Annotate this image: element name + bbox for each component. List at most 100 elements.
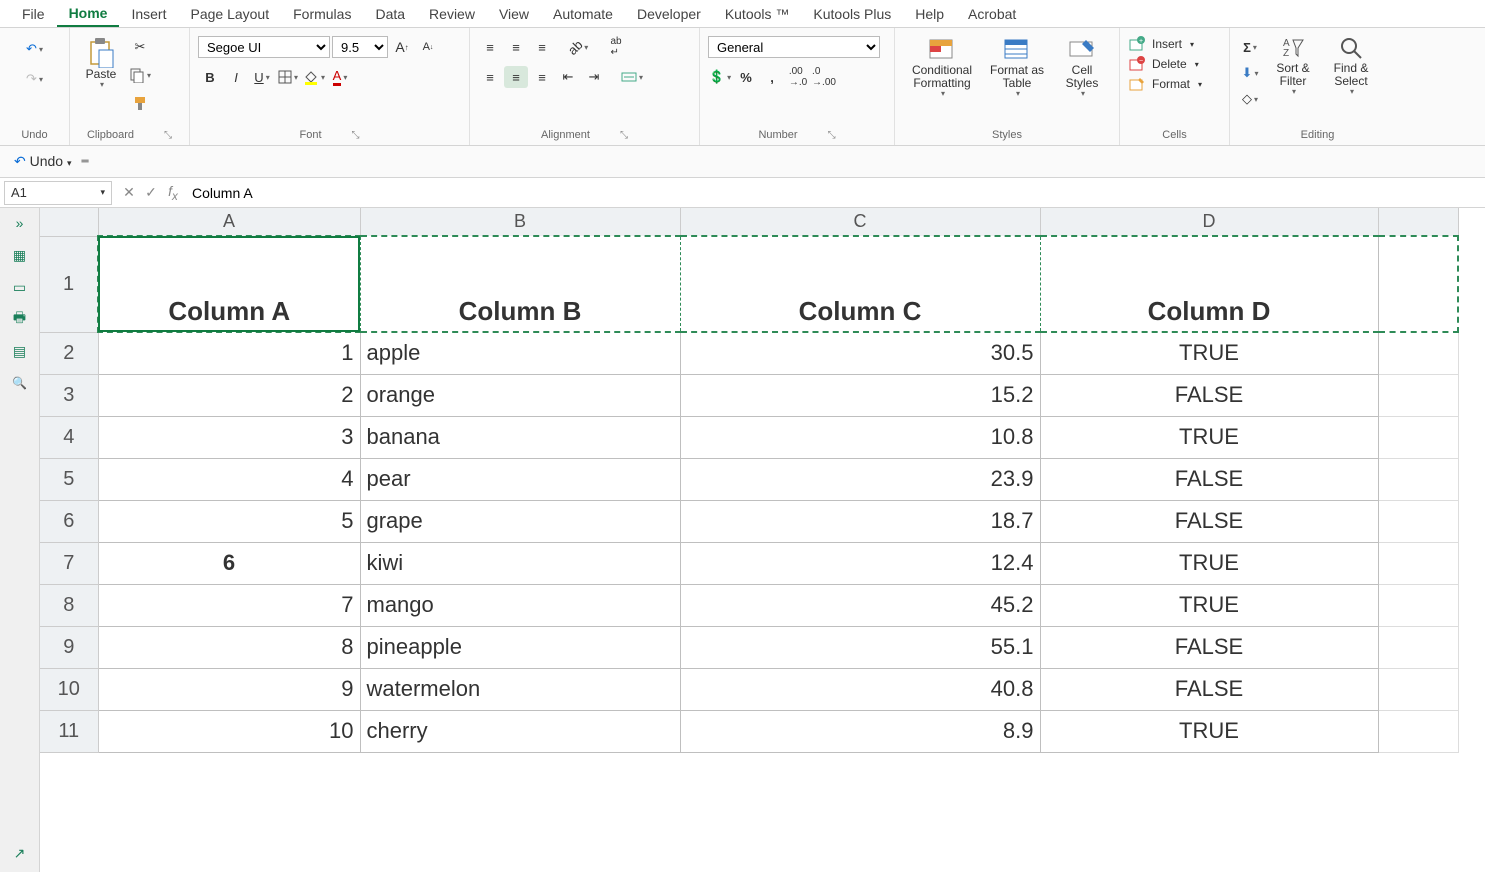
- qat-undo-button[interactable]: ↶ Undo ▾: [14, 153, 72, 170]
- cell-B11[interactable]: cherry: [360, 710, 680, 752]
- italic-button[interactable]: I: [224, 66, 248, 88]
- bold-button[interactable]: B: [198, 66, 222, 88]
- col-header-next[interactable]: [1378, 208, 1458, 236]
- row-header-6[interactable]: 6: [40, 500, 98, 542]
- tab-kutools-plus[interactable]: Kutools Plus: [801, 2, 903, 26]
- borders-button[interactable]: [276, 66, 300, 88]
- font-name-select[interactable]: Segoe UI: [198, 36, 330, 58]
- number-format-select[interactable]: General: [708, 36, 880, 58]
- cell-C10[interactable]: 40.8: [680, 668, 1040, 710]
- sort-filter-button[interactable]: AZSort & Filter: [1266, 32, 1320, 101]
- cut-button[interactable]: ✂: [128, 36, 152, 58]
- cell-C5[interactable]: 23.9: [680, 458, 1040, 500]
- tab-developer[interactable]: Developer: [625, 2, 713, 26]
- row-header-9[interactable]: 9: [40, 626, 98, 668]
- tab-view[interactable]: View: [487, 2, 541, 26]
- cell-C6[interactable]: 18.7: [680, 500, 1040, 542]
- increase-decimal-button[interactable]: .00→.0: [786, 66, 810, 88]
- row-header-3[interactable]: 3: [40, 374, 98, 416]
- orientation-button[interactable]: ab: [566, 36, 590, 58]
- cell-C7[interactable]: 12.4: [680, 542, 1040, 584]
- align-left-button[interactable]: ≡: [478, 66, 502, 88]
- fx-button[interactable]: fx: [162, 183, 184, 203]
- font-color-button[interactable]: A: [328, 66, 352, 88]
- col-header-A[interactable]: A: [98, 208, 360, 236]
- cell-B9[interactable]: pineapple: [360, 626, 680, 668]
- cell-C3[interactable]: 15.2: [680, 374, 1040, 416]
- cell-C11[interactable]: 8.9: [680, 710, 1040, 752]
- insert-cells-button[interactable]: +Insert▾: [1128, 36, 1194, 52]
- name-box[interactable]: A1▾: [4, 181, 112, 205]
- row-header-7[interactable]: 7: [40, 542, 98, 584]
- cancel-formula-button[interactable]: ✕: [118, 184, 140, 201]
- fill-button[interactable]: ⬇: [1238, 62, 1262, 84]
- wrap-text-button[interactable]: ab↵: [604, 36, 628, 58]
- cell-B7[interactable]: kiwi: [360, 542, 680, 584]
- row-header-1[interactable]: 1: [40, 236, 98, 332]
- decrease-font-button[interactable]: A↓: [416, 36, 440, 58]
- format-cells-button[interactable]: Format▾: [1128, 76, 1202, 92]
- align-center-button[interactable]: ≡: [504, 66, 528, 88]
- tab-page-layout[interactable]: Page Layout: [178, 2, 281, 26]
- cell-D7[interactable]: TRUE: [1040, 542, 1378, 584]
- align-top-button[interactable]: ≡: [478, 36, 502, 58]
- cell-E9[interactable]: [1378, 626, 1458, 668]
- number-launcher-icon[interactable]: ⤡: [828, 130, 836, 141]
- tab-home[interactable]: Home: [57, 1, 120, 27]
- cell-A3[interactable]: 2: [98, 374, 360, 416]
- cell-D8[interactable]: TRUE: [1040, 584, 1378, 626]
- cell-styles-button[interactable]: Cell Styles: [1053, 32, 1111, 103]
- cell-B4[interactable]: banana: [360, 416, 680, 458]
- align-right-button[interactable]: ≡: [530, 66, 554, 88]
- cell-B2[interactable]: apple: [360, 332, 680, 374]
- side-expand-icon[interactable]: »: [10, 214, 30, 232]
- cell-A2[interactable]: 1: [98, 332, 360, 374]
- cell-E3[interactable]: [1378, 374, 1458, 416]
- paste-button[interactable]: Paste: [78, 32, 124, 94]
- delete-cells-button[interactable]: −Delete▾: [1128, 56, 1199, 72]
- cell-A11[interactable]: 10: [98, 710, 360, 752]
- cell-A1[interactable]: Column A: [98, 236, 360, 332]
- cell-D5[interactable]: FALSE: [1040, 458, 1378, 500]
- formula-input[interactable]: [184, 181, 1485, 205]
- align-bottom-button[interactable]: ≡: [530, 36, 554, 58]
- worksheet[interactable]: ABCD1Column AColumn BColumn CColumn D21a…: [40, 208, 1485, 872]
- tab-review[interactable]: Review: [417, 2, 487, 26]
- font-launcher-icon[interactable]: ⤡: [352, 130, 360, 141]
- side-columns-icon[interactable]: ▤: [10, 342, 30, 360]
- row-header-4[interactable]: 4: [40, 416, 98, 458]
- cell-A4[interactable]: 3: [98, 416, 360, 458]
- cell-C4[interactable]: 10.8: [680, 416, 1040, 458]
- increase-indent-button[interactable]: ⇥: [582, 66, 606, 88]
- enter-formula-button[interactable]: ✓: [140, 184, 162, 201]
- merge-center-button[interactable]: [620, 66, 644, 88]
- cell-C1[interactable]: Column C: [680, 236, 1040, 332]
- qat-customize-button[interactable]: ═: [82, 156, 89, 167]
- cell-C9[interactable]: 55.1: [680, 626, 1040, 668]
- cell-E10[interactable]: [1378, 668, 1458, 710]
- clear-button[interactable]: ◇: [1238, 88, 1262, 110]
- tab-insert[interactable]: Insert: [119, 2, 178, 26]
- cell-D6[interactable]: FALSE: [1040, 500, 1378, 542]
- cell-A6[interactable]: 5: [98, 500, 360, 542]
- tab-formulas[interactable]: Formulas: [281, 2, 363, 26]
- cell-A5[interactable]: 4: [98, 458, 360, 500]
- cell-C8[interactable]: 45.2: [680, 584, 1040, 626]
- conditional-formatting-button[interactable]: Conditional Formatting: [903, 32, 981, 103]
- side-workbook-icon[interactable]: ▭: [10, 278, 30, 296]
- cell-D3[interactable]: FALSE: [1040, 374, 1378, 416]
- cell-E7[interactable]: [1378, 542, 1458, 584]
- font-size-select[interactable]: 9.5: [332, 36, 388, 58]
- row-header-11[interactable]: 11: [40, 710, 98, 752]
- cell-D11[interactable]: TRUE: [1040, 710, 1378, 752]
- row-header-10[interactable]: 10: [40, 668, 98, 710]
- format-as-table-button[interactable]: Format as Table: [983, 32, 1051, 103]
- cell-E4[interactable]: [1378, 416, 1458, 458]
- cell-E5[interactable]: [1378, 458, 1458, 500]
- comma-button[interactable]: ,: [760, 66, 784, 88]
- side-find-icon[interactable]: 🔍: [10, 374, 30, 392]
- percent-button[interactable]: %: [734, 66, 758, 88]
- side-popout-icon[interactable]: ↗: [10, 844, 30, 862]
- cell-B6[interactable]: grape: [360, 500, 680, 542]
- col-header-B[interactable]: B: [360, 208, 680, 236]
